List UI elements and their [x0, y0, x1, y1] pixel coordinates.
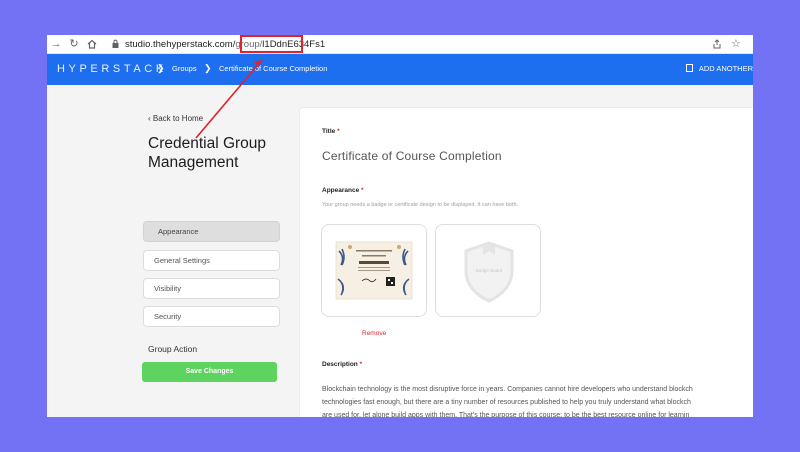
sidebar-item-appearance[interactable]: Appearance — [143, 221, 280, 242]
arrow-left-icon[interactable]: → — [49, 37, 63, 51]
logo[interactable]: HYPERSTACK — [57, 63, 167, 75]
appearance-hint: Your group needs a badge or certificate … — [322, 202, 519, 208]
document-icon — [685, 64, 693, 72]
back-to-home-link[interactable]: ‹ Back to Home — [148, 114, 203, 123]
star-icon[interactable]: ☆ — [731, 37, 741, 51]
description-line: Blockchain technology is the most disrup… — [322, 386, 693, 393]
share-icon[interactable] — [712, 37, 722, 53]
badge-tile[interactable]: Badge Board — [435, 224, 541, 317]
breadcrumb-groups[interactable]: Groups — [172, 64, 197, 73]
chevron-right-icon: ❯ — [157, 63, 165, 73]
group-action-heading: Group Action — [148, 344, 198, 354]
breadcrumb-current: Certificate of Course Completion — [219, 64, 328, 73]
home-icon[interactable] — [85, 37, 99, 51]
save-changes-button[interactable]: Save Changes — [142, 362, 277, 382]
settings-card: Title * Certificate of Course Completion… — [299, 107, 753, 417]
sidebar: ‹ Back to Home Credential Group Manageme… — [47, 85, 299, 417]
certificate-tile[interactable] — [321, 224, 427, 317]
chevron-right-icon: ❯ — [204, 63, 212, 73]
url-id-highlight — [240, 35, 303, 53]
main-content: Title * Certificate of Course Completion… — [299, 85, 753, 417]
back-label: Back to Home — [152, 114, 204, 123]
sidebar-item-security[interactable]: Security — [143, 306, 280, 327]
app-header: HYPERSTACK ❯ Groups ❯ Certificate of Cou… — [47, 54, 753, 85]
reload-icon[interactable]: ↻ — [67, 37, 81, 51]
url-host: studio.thehyperstack.com/ — [125, 39, 236, 50]
title-input[interactable]: Certificate of Course Completion — [322, 149, 502, 163]
sidebar-item-general-settings[interactable]: General Settings — [143, 250, 280, 271]
title-label: Title * — [322, 128, 340, 135]
description-line: are used for, let alone build apps with … — [322, 412, 690, 417]
badge-placeholder-text: Badge Board — [475, 268, 503, 273]
add-another-button[interactable]: ADD ANOTHER — [685, 64, 753, 73]
remove-certificate-link[interactable]: Remove — [362, 330, 386, 337]
browser-toolbar: → ↻ studio.thehyperstack.com/group/l1Ddn… — [47, 35, 753, 54]
add-another-label: ADD ANOTHER — [698, 64, 753, 73]
description-line: technologies fast enough, but there are … — [322, 399, 691, 406]
description-textarea[interactable]: Blockchain technology is the most disrup… — [322, 383, 753, 417]
appearance-label: Appearance * — [322, 187, 364, 194]
page-title: Credential Group Management — [148, 135, 267, 171]
lock-icon — [112, 39, 119, 48]
browser-window: → ↻ studio.thehyperstack.com/group/l1Ddn… — [47, 35, 753, 417]
sidebar-item-visibility[interactable]: Visibility — [143, 278, 280, 299]
certificate-preview-icon — [335, 241, 413, 300]
description-label: Description * — [322, 361, 363, 368]
